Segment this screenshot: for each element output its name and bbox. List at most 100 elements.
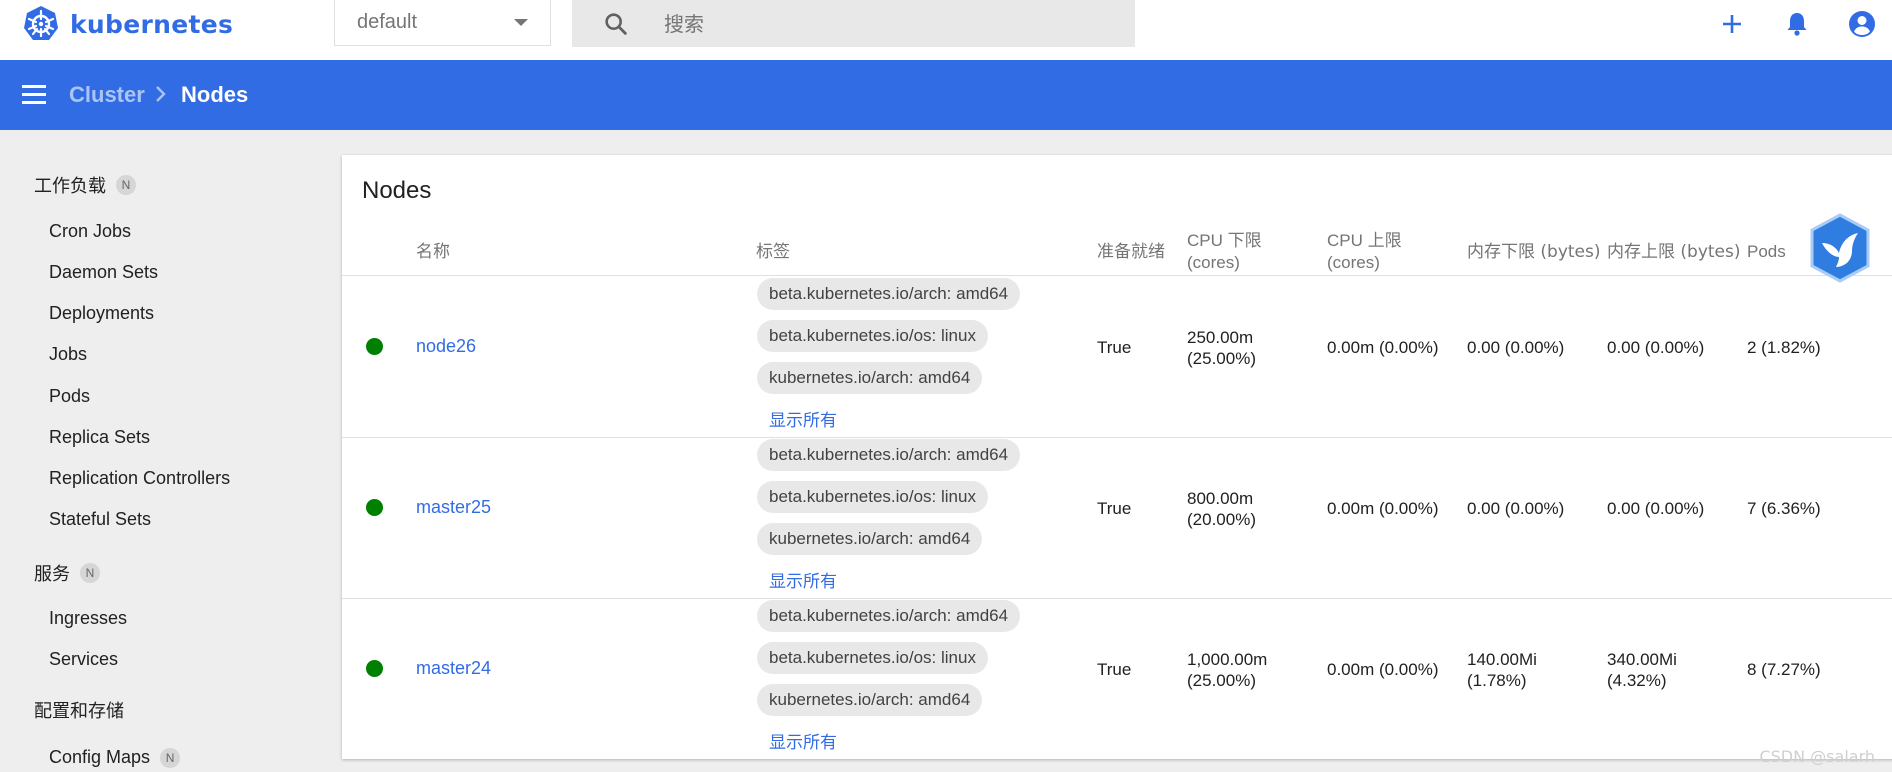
column-header-name[interactable]: 名称	[416, 241, 450, 263]
label-chip: beta.kubernetes.io/arch: amd64	[757, 439, 1021, 471]
cpu-limits-value: 0.00m (0.00%)	[1327, 338, 1439, 357]
label-chip: beta.kubernetes.io/os: linux	[757, 642, 988, 674]
menu-icon[interactable]	[22, 85, 46, 105]
ready-value: True	[1097, 499, 1132, 518]
show-all-link[interactable]: 显示所有	[769, 728, 837, 753]
sidebar-section-label: 工作负载	[34, 176, 106, 197]
search-icon[interactable]	[602, 10, 630, 38]
label-chip: beta.kubernetes.io/os: linux	[757, 481, 988, 513]
page-title: Nodes	[181, 82, 249, 107]
sidebar-item-cron-jobs[interactable]: Cron Jobs	[49, 221, 131, 242]
sidebar-section-label: 服务	[34, 564, 70, 585]
namespace-badge: N	[160, 747, 181, 768]
cpu-requests-amount: 250.00m	[1187, 328, 1254, 347]
create-button[interactable]	[1715, 7, 1749, 41]
nodes-card: Nodes 名称 标签 准备就绪 CPU 下限 (cores) CPU 上限 (…	[342, 155, 1892, 759]
status-ready-icon	[366, 338, 383, 355]
memory-limits-value: 340.00Mi (4.32%)	[1607, 649, 1677, 691]
memory-limits-amount: 340.00Mi	[1607, 650, 1677, 669]
table-row: node26 beta.kubernetes.io/arch: amd64 be…	[342, 276, 1892, 436]
search-bar	[572, 0, 1135, 47]
show-all-link[interactable]: 显示所有	[769, 567, 837, 592]
node-name-link[interactable]: master24	[416, 658, 491, 679]
search-input[interactable]	[662, 8, 1106, 40]
cpu-requests-percent: (25.00%)	[1187, 349, 1256, 368]
memory-requests-value: 0.00 (0.00%)	[1467, 338, 1565, 357]
memory-limits-value: 0.00 (0.00%)	[1607, 338, 1705, 357]
sidebar: 工作负载 N Cron Jobs Daemon Sets Deployments…	[0, 130, 326, 772]
logo-text: kubernetes	[70, 9, 234, 39]
account-button[interactable]	[1845, 7, 1879, 41]
memory-limits-percent: (4.32%)	[1607, 671, 1667, 690]
sidebar-item-services[interactable]: Services	[49, 649, 118, 670]
label-chip: beta.kubernetes.io/arch: amd64	[757, 278, 1021, 310]
sidebar-section-label: 配置和存储	[34, 701, 124, 722]
ready-value: True	[1097, 660, 1132, 679]
sidebar-section-config-storage[interactable]: 配置和存储	[34, 697, 124, 723]
plus-icon	[1723, 15, 1741, 33]
sidebar-section-workloads[interactable]: 工作负载 N	[34, 172, 136, 198]
status-ready-icon	[366, 499, 383, 516]
column-header-memory-requests: 内存下限 (bytes)	[1467, 242, 1601, 262]
memory-requests-value: 140.00Mi (1.78%)	[1467, 649, 1537, 691]
namespace-badge: N	[80, 563, 100, 583]
sidebar-item-deployments[interactable]: Deployments	[49, 303, 154, 324]
sidebar-item-pods[interactable]: Pods	[49, 386, 90, 407]
top-toolbar: kubernetes default	[0, 0, 1892, 60]
column-header-memory-limits: 内存上限 (bytes)	[1607, 242, 1741, 262]
cpu-requests-value: 800.00m (20.00%)	[1187, 488, 1256, 530]
column-header-labels: 标签	[756, 242, 790, 262]
cpu-limits-value: 0.00m (0.00%)	[1327, 660, 1439, 679]
label-chip: kubernetes.io/arch: amd64	[757, 362, 983, 394]
node-name-link[interactable]: master25	[416, 497, 491, 518]
pods-value: 8 (7.27%)	[1747, 660, 1821, 679]
sidebar-item-replication-controllers[interactable]: Replication Controllers	[49, 468, 230, 489]
label-chip: kubernetes.io/arch: amd64	[757, 523, 983, 555]
memory-limits-value: 0.00 (0.00%)	[1607, 499, 1705, 518]
pods-value: 2 (1.82%)	[1747, 338, 1821, 357]
table-row: master25 beta.kubernetes.io/arch: amd64 …	[342, 437, 1892, 597]
account-circle-icon	[1849, 11, 1875, 37]
bird-badge-icon[interactable]	[1808, 213, 1872, 283]
show-all-link[interactable]: 显示所有	[769, 406, 837, 431]
cpu-requests-value: 250.00m (25.00%)	[1187, 327, 1256, 369]
notifications-button[interactable]	[1780, 7, 1814, 41]
column-header-cpu-requests: CPU 下限 (cores)	[1187, 231, 1262, 272]
memory-requests-value: 0.00 (0.00%)	[1467, 499, 1565, 518]
cpu-requests-percent: (25.00%)	[1187, 671, 1256, 690]
bell-icon	[1787, 13, 1807, 36]
card-title: Nodes	[362, 177, 432, 204]
column-header-cpu-limits: CPU 上限 (cores)	[1327, 231, 1402, 272]
pods-value: 7 (6.36%)	[1747, 499, 1821, 518]
cpu-limits-value: 0.00m (0.00%)	[1327, 499, 1439, 518]
sidebar-item-replica-sets[interactable]: Replica Sets	[49, 427, 150, 448]
helm-wheel-icon	[24, 6, 58, 40]
ready-value: True	[1097, 338, 1132, 357]
table-row: master24 beta.kubernetes.io/arch: amd64 …	[342, 598, 1892, 758]
cpu-requests-value: 1,000.00m (25.00%)	[1187, 649, 1267, 691]
column-header-pods: Pods	[1747, 242, 1786, 261]
namespace-select[interactable]: default	[334, 0, 551, 46]
label-chip: beta.kubernetes.io/arch: amd64	[757, 600, 1021, 632]
namespace-value: default	[357, 11, 418, 33]
sidebar-section-services[interactable]: 服务 N	[34, 560, 100, 586]
dropdown-caret-icon	[514, 19, 528, 26]
sidebar-item-label: Config Maps	[49, 747, 151, 767]
memory-requests-amount: 140.00Mi	[1467, 650, 1537, 669]
sidebar-item-daemon-sets[interactable]: Daemon Sets	[49, 262, 158, 283]
kubernetes-logo[interactable]: kubernetes	[22, 4, 233, 44]
sidebar-item-jobs[interactable]: Jobs	[49, 344, 87, 365]
cpu-requests-amount: 1,000.00m	[1187, 650, 1268, 669]
node-name-link[interactable]: node26	[416, 336, 476, 357]
sidebar-item-stateful-sets[interactable]: Stateful Sets	[49, 509, 151, 530]
column-header-ready: 准备就绪	[1097, 242, 1165, 262]
sidebar-item-ingresses[interactable]: Ingresses	[49, 608, 127, 629]
cpu-requests-percent: (20.00%)	[1187, 510, 1256, 529]
namespace-badge: N	[116, 175, 136, 195]
chevron-right-icon	[156, 86, 166, 102]
status-ready-icon	[366, 660, 383, 677]
sidebar-item-config-maps[interactable]: Config Maps N	[49, 747, 181, 768]
breadcrumb-parent-link[interactable]: Cluster	[69, 82, 145, 108]
label-chip: beta.kubernetes.io/os: linux	[757, 320, 988, 352]
create-button[interactable]	[1422, 8, 1456, 42]
